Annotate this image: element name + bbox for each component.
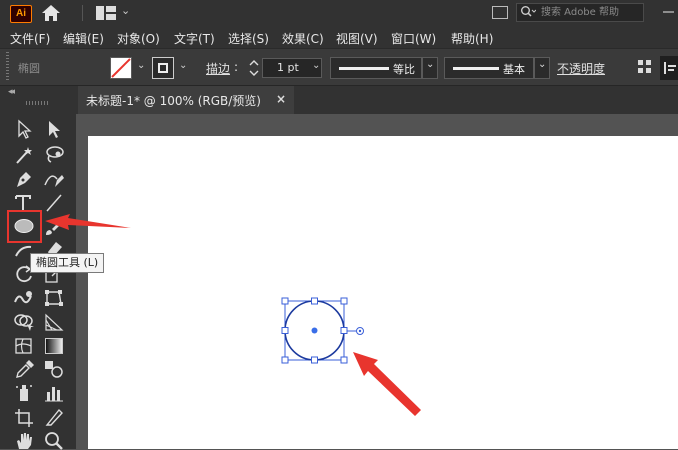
home-icon[interactable] (40, 4, 62, 22)
lasso-tool-icon[interactable] (43, 145, 65, 165)
chevron-down-icon[interactable]: ⌄ (312, 60, 320, 71)
workspace-switcher-icon[interactable] (96, 6, 116, 20)
artboard-tool-icon[interactable] (13, 407, 35, 427)
profile-line-icon (339, 67, 389, 70)
menu-help[interactable]: 帮助(H) (451, 30, 493, 47)
brush-definition[interactable]: 基本 (444, 57, 534, 79)
ellipse-tool-icon[interactable] (13, 216, 35, 236)
divider (82, 5, 83, 21)
zoom-tool-icon[interactable] (43, 430, 65, 450)
menu-window[interactable]: 窗口(W) (391, 30, 436, 47)
fill-swatch[interactable] (110, 57, 132, 79)
menu-select[interactable]: 选择(S) (228, 30, 269, 47)
chevron-down-icon: ⌄ (538, 59, 547, 70)
chevron-down-icon[interactable]: ⌄ (121, 4, 130, 17)
profile-dropdown[interactable]: ⌄ (422, 57, 438, 79)
hand-tool-icon[interactable] (13, 430, 35, 450)
no-fill-icon (111, 58, 131, 78)
profile-label: 等比 (393, 63, 415, 76)
column-graph-tool-icon[interactable] (43, 383, 65, 403)
collapse-panel-icon[interactable]: ◂◂ (8, 87, 15, 97)
document-tab-title[interactable]: 未标题-1* @ 100% (RGB/预览) (86, 92, 261, 109)
slice-tool-icon[interactable] (43, 407, 65, 427)
chevron-down-icon[interactable]: ⌄ (179, 60, 187, 71)
search-icon (521, 6, 536, 17)
menu-file[interactable]: 文件(F) (10, 30, 50, 47)
chevron-down-icon: ⌄ (426, 59, 435, 70)
stroke-weight-stepper[interactable] (248, 57, 260, 79)
perspective-grid-tool-icon[interactable] (43, 312, 65, 332)
gradient-tool-icon[interactable] (45, 338, 63, 354)
recolor-artwork-icon[interactable] (638, 60, 652, 74)
align-icon[interactable] (660, 56, 678, 80)
variable-width-profile[interactable]: 等比 (330, 57, 422, 79)
menu-object[interactable]: 对象(O) (117, 30, 160, 47)
stroke-swatch-icon (158, 63, 168, 73)
tool-tooltip: 椭圆工具 (L) (30, 253, 105, 273)
app-logo: Ai (10, 5, 32, 23)
chevron-down-icon[interactable]: ⌄ (137, 60, 145, 71)
close-tab-icon[interactable]: × (276, 92, 286, 106)
panel-toggle-icon[interactable] (492, 6, 508, 19)
opacity-label[interactable]: 不透明度 (557, 60, 605, 77)
artboard[interactable] (88, 136, 678, 449)
menu-effect[interactable]: 效果(C) (282, 30, 324, 47)
symbol-sprayer-tool-icon[interactable] (13, 383, 35, 403)
mesh-tool-icon[interactable] (13, 336, 35, 356)
menu-edit[interactable]: 编辑(E) (63, 30, 104, 47)
menu-view[interactable]: 视图(V) (336, 30, 378, 47)
line-segment-tool-icon[interactable] (43, 193, 65, 213)
blend-tool-icon[interactable] (43, 359, 65, 379)
curvature-tool-icon[interactable] (43, 169, 65, 189)
free-transform-tool-icon[interactable] (43, 288, 65, 308)
brush-dropdown[interactable]: ⌄ (534, 57, 550, 79)
direct-selection-tool-icon[interactable] (43, 119, 65, 139)
control-bar-grip[interactable] (6, 52, 9, 80)
toolbar-grip[interactable] (26, 101, 50, 105)
selection-tool-icon[interactable] (13, 119, 35, 139)
pen-tool-icon[interactable] (13, 169, 35, 189)
selected-object-label: 椭圆 (18, 62, 40, 75)
magic-wand-tool-icon[interactable] (13, 145, 35, 165)
warp-tool-icon[interactable] (13, 288, 35, 308)
menu-type[interactable]: 文字(T) (174, 30, 215, 47)
brush-label: 基本 (503, 63, 525, 76)
stroke-swatch[interactable] (152, 57, 174, 79)
eyedropper-tool-icon[interactable] (13, 359, 35, 379)
brush-line-icon (453, 67, 499, 70)
shape-builder-tool-icon[interactable] (13, 312, 35, 332)
minimize-icon[interactable] (656, 3, 678, 22)
paintbrush-tool-icon[interactable] (43, 217, 65, 237)
stroke-label[interactable]: 描边 (206, 60, 230, 77)
